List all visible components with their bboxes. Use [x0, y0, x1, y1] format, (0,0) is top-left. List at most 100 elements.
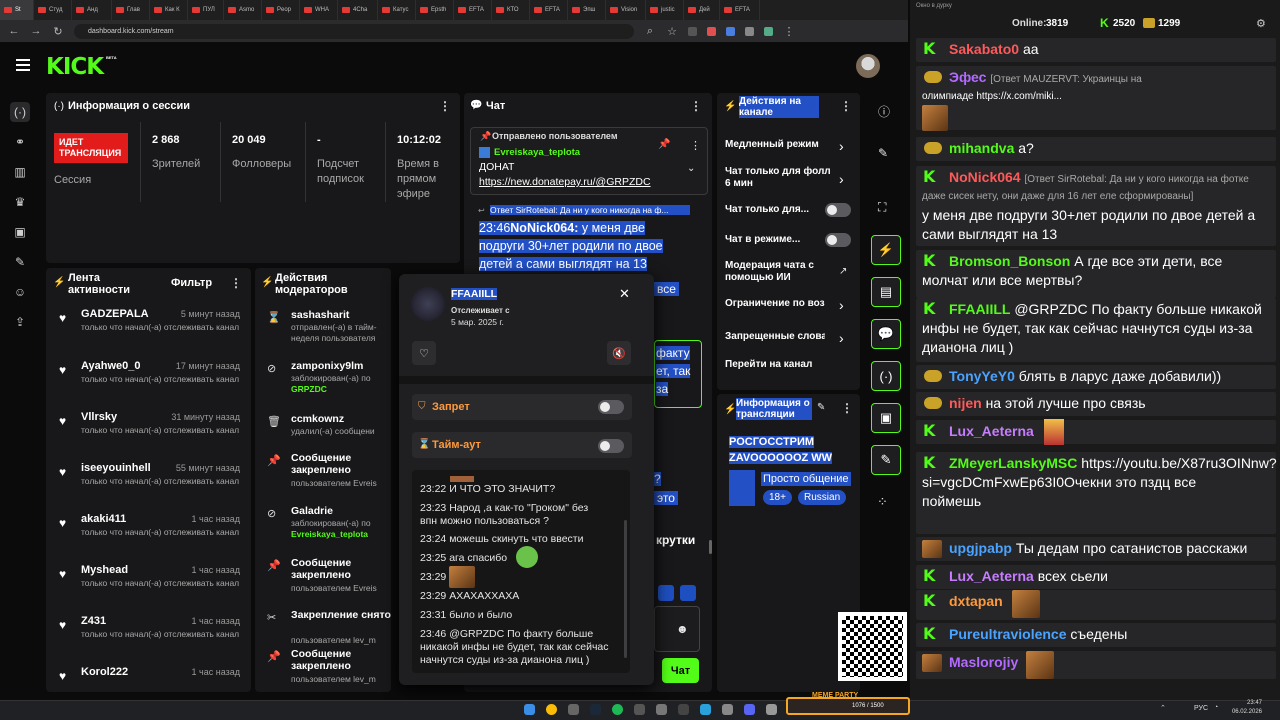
taskbar-app-icon[interactable]: [634, 704, 645, 715]
chat-only-toggle[interactable]: [825, 203, 851, 217]
close-icon[interactable]: ✕: [619, 286, 630, 302]
overlay-text-line[interactable]: si=vgcDCmFxwEp63I0Oчекни это пздц все: [922, 473, 1196, 492]
overlay-username[interactable]: NoNick064: [949, 169, 1021, 185]
more-actions-icon[interactable]: ⁘: [877, 494, 888, 510]
channel-action-item[interactable]: Ограничение по возр: [725, 298, 825, 310]
quick-action-chat[interactable]: 💬: [871, 319, 901, 349]
overlay-username[interactable]: dxtapan: [949, 593, 1003, 609]
chrome-icon[interactable]: [546, 704, 557, 715]
mute-icon[interactable]: 🔇: [607, 341, 631, 365]
browser-tab[interactable]: Студ: [34, 0, 72, 20]
browser-tab[interactable]: Vision: [606, 0, 646, 20]
channel-action-item[interactable]: Перейти на канал: [725, 359, 825, 371]
overlay-text-line[interactable]: олимпиаде https://x.com/miki...: [922, 87, 1062, 106]
extension-icon[interactable]: [745, 26, 754, 36]
discord-icon[interactable]: [744, 704, 755, 715]
follow-heart-button[interactable]: ♡: [412, 341, 436, 365]
stream-live-icon[interactable]: (·): [10, 102, 30, 122]
spotify-icon[interactable]: [612, 704, 623, 715]
chevron-right-icon[interactable]: ›: [839, 138, 844, 154]
overlay-username[interactable]: Pureultraviolence: [949, 626, 1067, 642]
overlay-username[interactable]: Bromson_Bonson: [949, 253, 1070, 269]
quick-action-bolt[interactable]: ⚡: [871, 235, 901, 265]
activity-username[interactable]: Korol222: [81, 666, 128, 678]
clock-date[interactable]: 06.02.2026: [1228, 709, 1262, 715]
external-link-icon[interactable]: ↗: [839, 266, 847, 277]
emote-icon[interactable]: [658, 585, 674, 601]
overlay-username[interactable]: mihandva: [949, 140, 1014, 156]
mod-action-name[interactable]: sashasharit: [291, 309, 391, 321]
url-field[interactable]: dashboard.kick.com/stream: [74, 23, 634, 39]
quick-action-media[interactable]: ▣: [871, 403, 901, 433]
browser-tab[interactable]: Asmo: [224, 0, 262, 20]
quick-action-tools[interactable]: ✎: [871, 445, 901, 475]
browser-tab[interactable]: Peop: [262, 0, 300, 20]
browser-menu-icon[interactable]: ⋮: [783, 25, 795, 38]
kick-logo[interactable]: KICK: [46, 54, 104, 80]
browser-tab[interactable]: WHA: [300, 0, 338, 20]
mod-action-name[interactable]: zamponixy9lm: [291, 360, 391, 372]
timeout-toggle[interactable]: [598, 439, 624, 453]
chat-menu-icon[interactable]: ⋮: [690, 99, 702, 113]
activity-username[interactable]: iseeyouinhell: [81, 462, 151, 474]
zoom-icon[interactable]: ⌕: [644, 25, 656, 38]
activity-filter[interactable]: Фильтр: [171, 277, 212, 289]
wrench-icon[interactable]: ✎: [10, 252, 30, 272]
stream-info-menu-icon[interactable]: ⋮: [841, 401, 853, 415]
channel-action-item[interactable]: Чат в режиме...: [725, 234, 825, 246]
channel-action-item[interactable]: Модерация чата с помощью ИИ: [725, 260, 835, 284]
hamburger-menu-icon[interactable]: [16, 59, 30, 71]
taskbar-app-icon[interactable]: [722, 704, 733, 715]
telegram-icon[interactable]: [700, 704, 711, 715]
network-icon[interactable]: ◔: [1214, 704, 1218, 711]
chevron-right-icon[interactable]: ›: [839, 171, 844, 187]
taskbar-app-icon[interactable]: [766, 704, 777, 715]
pinned-menu-icon[interactable]: ⋮: [690, 139, 701, 152]
browser-tab[interactable]: Катус: [378, 0, 416, 20]
channel-menu-icon[interactable]: ⋮: [840, 99, 852, 113]
tray-arrow-icon[interactable]: ⌃: [1160, 704, 1166, 712]
edit-icon[interactable]: ✎: [817, 402, 825, 413]
browser-tab[interactable]: EFTA: [454, 0, 492, 20]
steam-icon[interactable]: [590, 704, 601, 715]
mod-action-name[interactable]: Galadrie: [291, 505, 391, 517]
browser-tab[interactable]: EFTA: [720, 0, 760, 20]
history-scrollbar[interactable]: [624, 520, 627, 658]
overlay-username[interactable]: ZMeyerLanskyMSC: [949, 455, 1077, 471]
screenshot-icon[interactable]: ⛶: [878, 200, 886, 215]
info-icon[interactable]: ⓘ: [878, 103, 890, 120]
mod-action-name[interactable]: Закрепление снято: [291, 609, 391, 621]
activity-username[interactable]: Myshead: [81, 564, 128, 576]
browser-tab[interactable]: EFTA: [530, 0, 568, 20]
taskbar-app-icon[interactable]: [678, 704, 689, 715]
activity-username[interactable]: Vllrsky: [81, 411, 117, 423]
emote-icon[interactable]: [680, 585, 696, 601]
channel-action-item[interactable]: Запрещенные слова: [725, 331, 825, 343]
upload-icon[interactable]: ⇪: [10, 312, 30, 332]
activity-username[interactable]: Ayahwe0_0: [81, 360, 141, 372]
language-indicator[interactable]: РУС: [1194, 705, 1208, 712]
link-icon[interactable]: ⚭: [10, 132, 30, 152]
channel-action-item[interactable]: Медленный режим: [725, 139, 825, 151]
quick-action-broadcast[interactable]: (·): [871, 361, 901, 391]
extension-icon[interactable]: [688, 26, 697, 36]
browser-tab[interactable]: St: [0, 0, 34, 20]
send-chat-button[interactable]: Чат: [662, 658, 699, 683]
mod-action-name[interactable]: ccmkownz: [291, 413, 391, 425]
browser-tab[interactable]: Epsth: [416, 0, 454, 20]
msg-user[interactable]: NoNick064:: [510, 221, 579, 235]
bookmark-star-icon[interactable]: ☆: [666, 25, 678, 38]
analytics-icon[interactable]: ▥: [10, 162, 30, 182]
extension-icon[interactable]: [707, 26, 716, 36]
browser-tab[interactable]: Анд: [72, 0, 112, 20]
user-avatar[interactable]: [856, 54, 880, 78]
overlay-username[interactable]: nijen: [949, 395, 982, 411]
overlay-username[interactable]: FFAAIILL: [949, 301, 1010, 317]
overlay-username[interactable]: upgjpabp: [949, 540, 1012, 556]
overlay-username[interactable]: Эфес: [949, 69, 986, 85]
ban-toggle[interactable]: [598, 400, 624, 414]
clock-time[interactable]: 23:47: [1228, 700, 1262, 706]
chat-scrollbar[interactable]: [709, 540, 712, 554]
chevron-right-icon[interactable]: ›: [839, 297, 844, 313]
taskbar-app-icon[interactable]: [568, 704, 579, 715]
